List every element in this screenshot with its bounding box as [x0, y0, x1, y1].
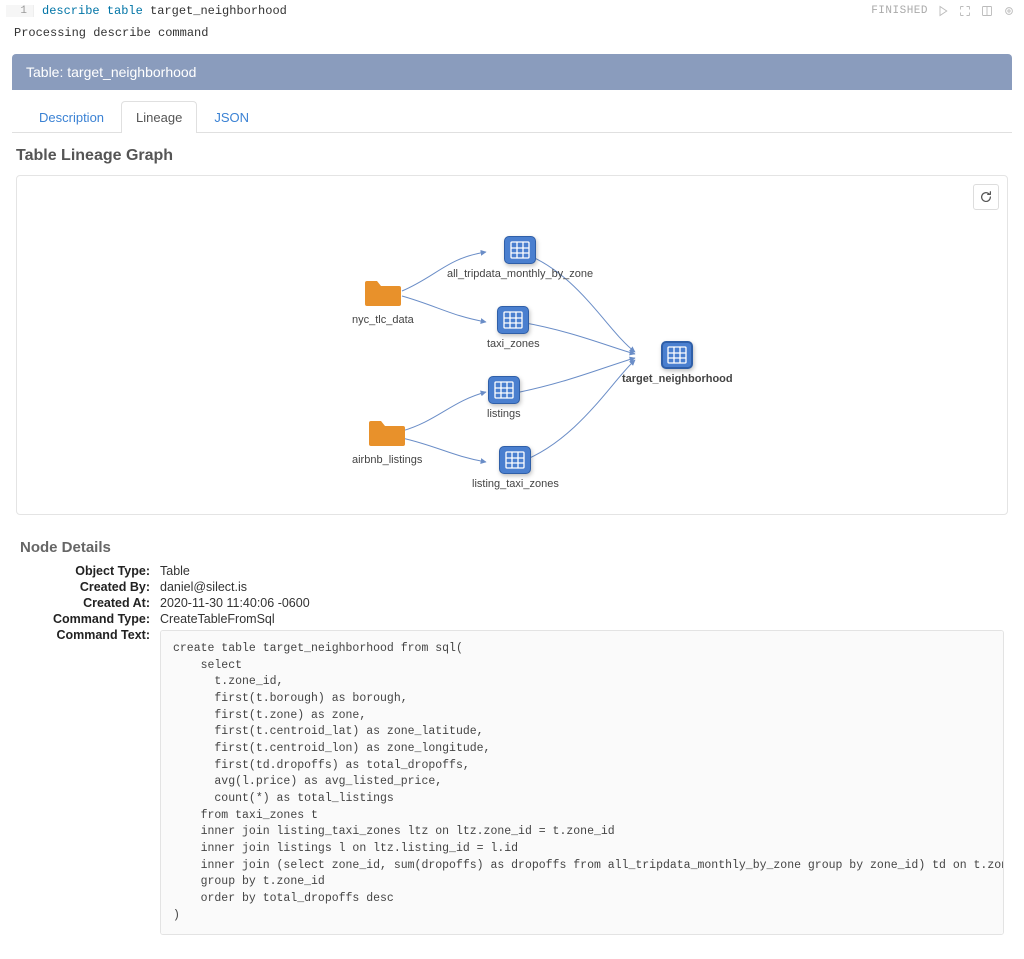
detail-label: Command Type: [20, 612, 160, 626]
cell-status-text: FINISHED [871, 5, 928, 17]
line-number: 1 [6, 5, 34, 17]
tab-description[interactable]: Description [24, 101, 119, 133]
graph-node-table[interactable]: taxi_zones [487, 306, 540, 350]
graph-node-label: nyc_tlc_data [352, 314, 414, 326]
play-icon[interactable] [936, 4, 950, 18]
table-icon [488, 376, 520, 404]
detail-label: Created By: [20, 580, 160, 594]
detail-label: Command Text: [20, 628, 160, 642]
detail-value-command-type: CreateTableFromSql [160, 612, 1004, 626]
detail-label: Created At: [20, 596, 160, 610]
detail-label: Object Type: [20, 564, 160, 578]
refresh-icon [979, 190, 993, 204]
code-editor-line[interactable]: 1 describe table target_neighborhood FIN… [0, 0, 1024, 22]
graph-node-table[interactable]: listing_taxi_zones [472, 446, 559, 490]
graph-node-label: all_tripdata_monthly_by_zone [447, 268, 593, 280]
graph-node-label: listing_taxi_zones [472, 478, 559, 490]
table-icon [661, 341, 693, 369]
command-text-block[interactable]: create table target_neighborhood from sq… [160, 630, 1004, 935]
graph-node-label: airbnb_listings [352, 454, 422, 466]
lineage-graph-panel[interactable]: nyc_tlc_data airbnb_listings all_tripdat… [16, 175, 1008, 515]
table-icon [497, 306, 529, 334]
node-details-heading: Node Details [12, 515, 1012, 564]
code-keyword: table [107, 4, 143, 18]
tab-json[interactable]: JSON [199, 101, 264, 133]
cell-status-bar: FINISHED [871, 4, 1016, 18]
tab-bar: Description Lineage JSON [12, 90, 1012, 133]
code-identifier: target_neighborhood [150, 4, 287, 18]
tab-lineage[interactable]: Lineage [121, 101, 197, 133]
section-title: Table Lineage Graph [12, 133, 1012, 175]
graph-node-target[interactable]: target_neighborhood [622, 341, 733, 385]
graph-node-folder[interactable]: nyc_tlc_data [352, 276, 414, 326]
detail-value-created-by: daniel@silect.is [160, 580, 1004, 594]
graph-node-table[interactable]: listings [487, 376, 521, 420]
folder-icon [363, 276, 403, 310]
graph-node-folder[interactable]: airbnb_listings [352, 416, 422, 466]
node-details-grid: Object Type: Table Created By: daniel@si… [12, 564, 1012, 939]
detail-value-created-at: 2020-11-30 11:40:06 -0600 [160, 596, 1004, 610]
detail-value-object-type: Table [160, 564, 1004, 578]
folder-icon [367, 416, 407, 450]
book-icon[interactable] [980, 4, 994, 18]
graph-node-label: listings [487, 408, 521, 420]
processing-output: Processing describe command [0, 22, 1024, 54]
graph-node-table[interactable]: all_tripdata_monthly_by_zone [447, 236, 593, 280]
panel-header: Table: target_neighborhood [12, 54, 1012, 90]
graph-node-label: taxi_zones [487, 338, 540, 350]
refresh-button[interactable] [973, 184, 999, 210]
gear-icon[interactable] [1002, 4, 1016, 18]
graph-node-label: target_neighborhood [622, 373, 733, 385]
table-icon [499, 446, 531, 474]
expand-icon[interactable] [958, 4, 972, 18]
table-icon [504, 236, 536, 264]
code-keyword: describe [42, 4, 100, 18]
